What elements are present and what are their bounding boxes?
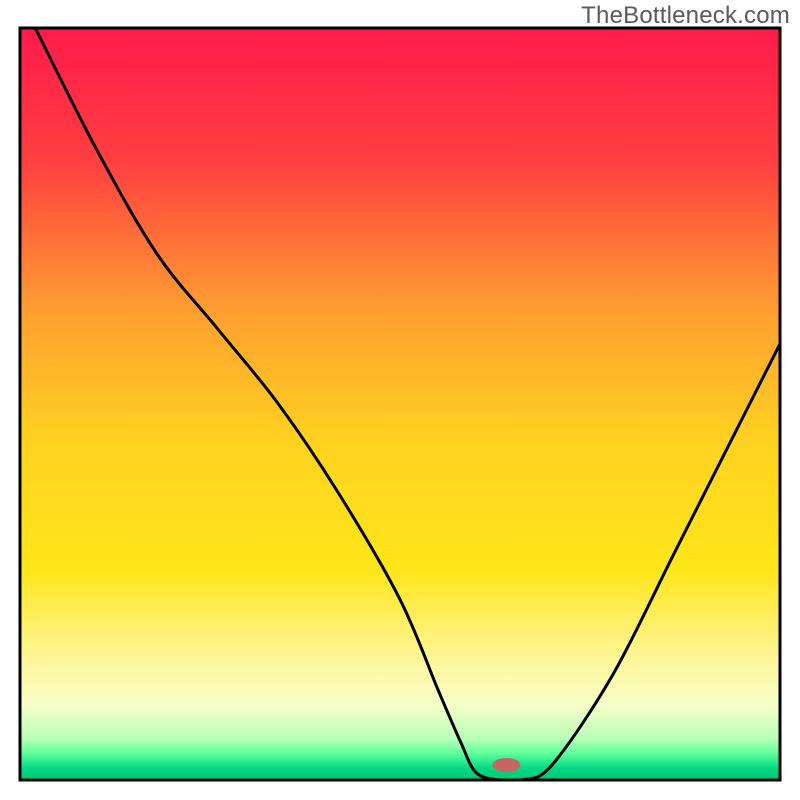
gradient-background [20, 28, 780, 780]
watermark-text: TheBottleneck.com [581, 2, 790, 30]
chart-container: TheBottleneck.com [0, 0, 800, 800]
bottleneck-chart [0, 0, 800, 800]
optimal-marker [492, 758, 520, 772]
